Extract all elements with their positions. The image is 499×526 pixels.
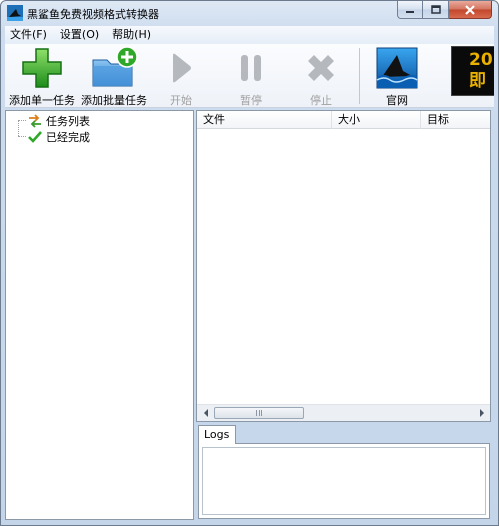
menu-settings[interactable]: 设置(O) bbox=[55, 26, 104, 44]
toolbar-separator bbox=[359, 48, 360, 104]
close-button[interactable] bbox=[449, 1, 492, 19]
website-button[interactable]: 官网 bbox=[373, 46, 421, 107]
tree-item-label: 任务列表 bbox=[46, 115, 90, 128]
stop-button[interactable]: 停止 bbox=[301, 46, 341, 107]
logs-box bbox=[198, 443, 490, 519]
pause-label: 暂停 bbox=[240, 94, 262, 107]
logs-panel: Logs bbox=[196, 424, 491, 520]
tree-connector bbox=[18, 120, 26, 121]
column-header-row: 文件 大小 目标 bbox=[197, 111, 490, 129]
start-label: 开始 bbox=[170, 94, 192, 107]
pause-icon bbox=[241, 55, 261, 81]
task-tree-pane: 任务列表 已经完成 bbox=[5, 110, 194, 520]
scroll-left-button[interactable] bbox=[197, 405, 214, 421]
green-check-icon bbox=[28, 131, 42, 143]
window-title: 黑鲨鱼免费视频格式转换器 bbox=[27, 8, 159, 21]
pause-button[interactable]: 暂停 bbox=[231, 46, 271, 107]
scroll-right-button[interactable] bbox=[473, 405, 490, 421]
logs-tab[interactable]: Logs bbox=[198, 425, 236, 444]
promo-banner[interactable]: 20 即 bbox=[451, 46, 494, 96]
add-single-task-label: 添加单一任务 bbox=[9, 94, 75, 107]
menu-bar: 文件(F) 设置(O) 帮助(H) bbox=[5, 26, 494, 44]
tree-item-label: 已经完成 bbox=[46, 131, 90, 144]
scrollbar-thumb[interactable] bbox=[214, 407, 304, 419]
column-header-target[interactable]: 目标 bbox=[421, 111, 490, 129]
maximize-button[interactable] bbox=[423, 1, 449, 19]
column-header-file[interactable]: 文件 bbox=[197, 111, 332, 129]
app-window: 黑鲨鱼免费视频格式转换器 文件(F) 设置(O) 帮助(H) 添加单一任务 添加… bbox=[0, 0, 499, 526]
shark-logo-icon bbox=[376, 47, 418, 89]
add-single-task-button[interactable]: 添加单一任务 bbox=[9, 46, 75, 107]
shark-app-icon bbox=[7, 5, 23, 21]
logs-textarea[interactable] bbox=[202, 447, 486, 515]
close-icon bbox=[465, 4, 475, 15]
tree-item-completed[interactable]: 已经完成 bbox=[28, 129, 90, 145]
arrow-right-icon bbox=[479, 409, 484, 417]
minimize-icon bbox=[406, 10, 414, 13]
folder-add-icon bbox=[92, 46, 138, 87]
swap-arrows-icon bbox=[29, 114, 41, 128]
toolbar: 添加单一任务 添加批量任务 开始 暂停 停止 官网 20 即 bbox=[5, 44, 494, 108]
tree-connector bbox=[18, 120, 19, 136]
title-bar[interactable]: 黑鲨鱼免费视频格式转换器 bbox=[1, 1, 498, 25]
task-list-pane: 文件 大小 目标 bbox=[196, 110, 491, 422]
caption-buttons bbox=[397, 1, 492, 19]
minimize-button[interactable] bbox=[397, 1, 423, 19]
menu-file[interactable]: 文件(F) bbox=[5, 26, 52, 44]
horizontal-scrollbar[interactable] bbox=[197, 404, 490, 421]
add-batch-task-label: 添加批量任务 bbox=[81, 94, 147, 107]
play-icon bbox=[173, 53, 191, 83]
stop-x-icon bbox=[308, 55, 334, 81]
add-batch-task-button[interactable]: 添加批量任务 bbox=[79, 46, 149, 107]
website-label: 官网 bbox=[386, 94, 408, 107]
promo-banner-text: 20 即 bbox=[469, 50, 493, 91]
tree-item-task-list[interactable]: 任务列表 bbox=[28, 113, 90, 129]
menu-help[interactable]: 帮助(H) bbox=[107, 26, 156, 44]
stop-label: 停止 bbox=[310, 94, 332, 107]
grip-icon bbox=[256, 410, 262, 416]
maximize-icon bbox=[430, 4, 441, 14]
green-plus-icon bbox=[22, 48, 62, 88]
start-button[interactable]: 开始 bbox=[161, 46, 201, 107]
tree-connector bbox=[18, 136, 26, 137]
column-header-size[interactable]: 大小 bbox=[332, 111, 421, 129]
arrow-left-icon bbox=[203, 409, 208, 417]
